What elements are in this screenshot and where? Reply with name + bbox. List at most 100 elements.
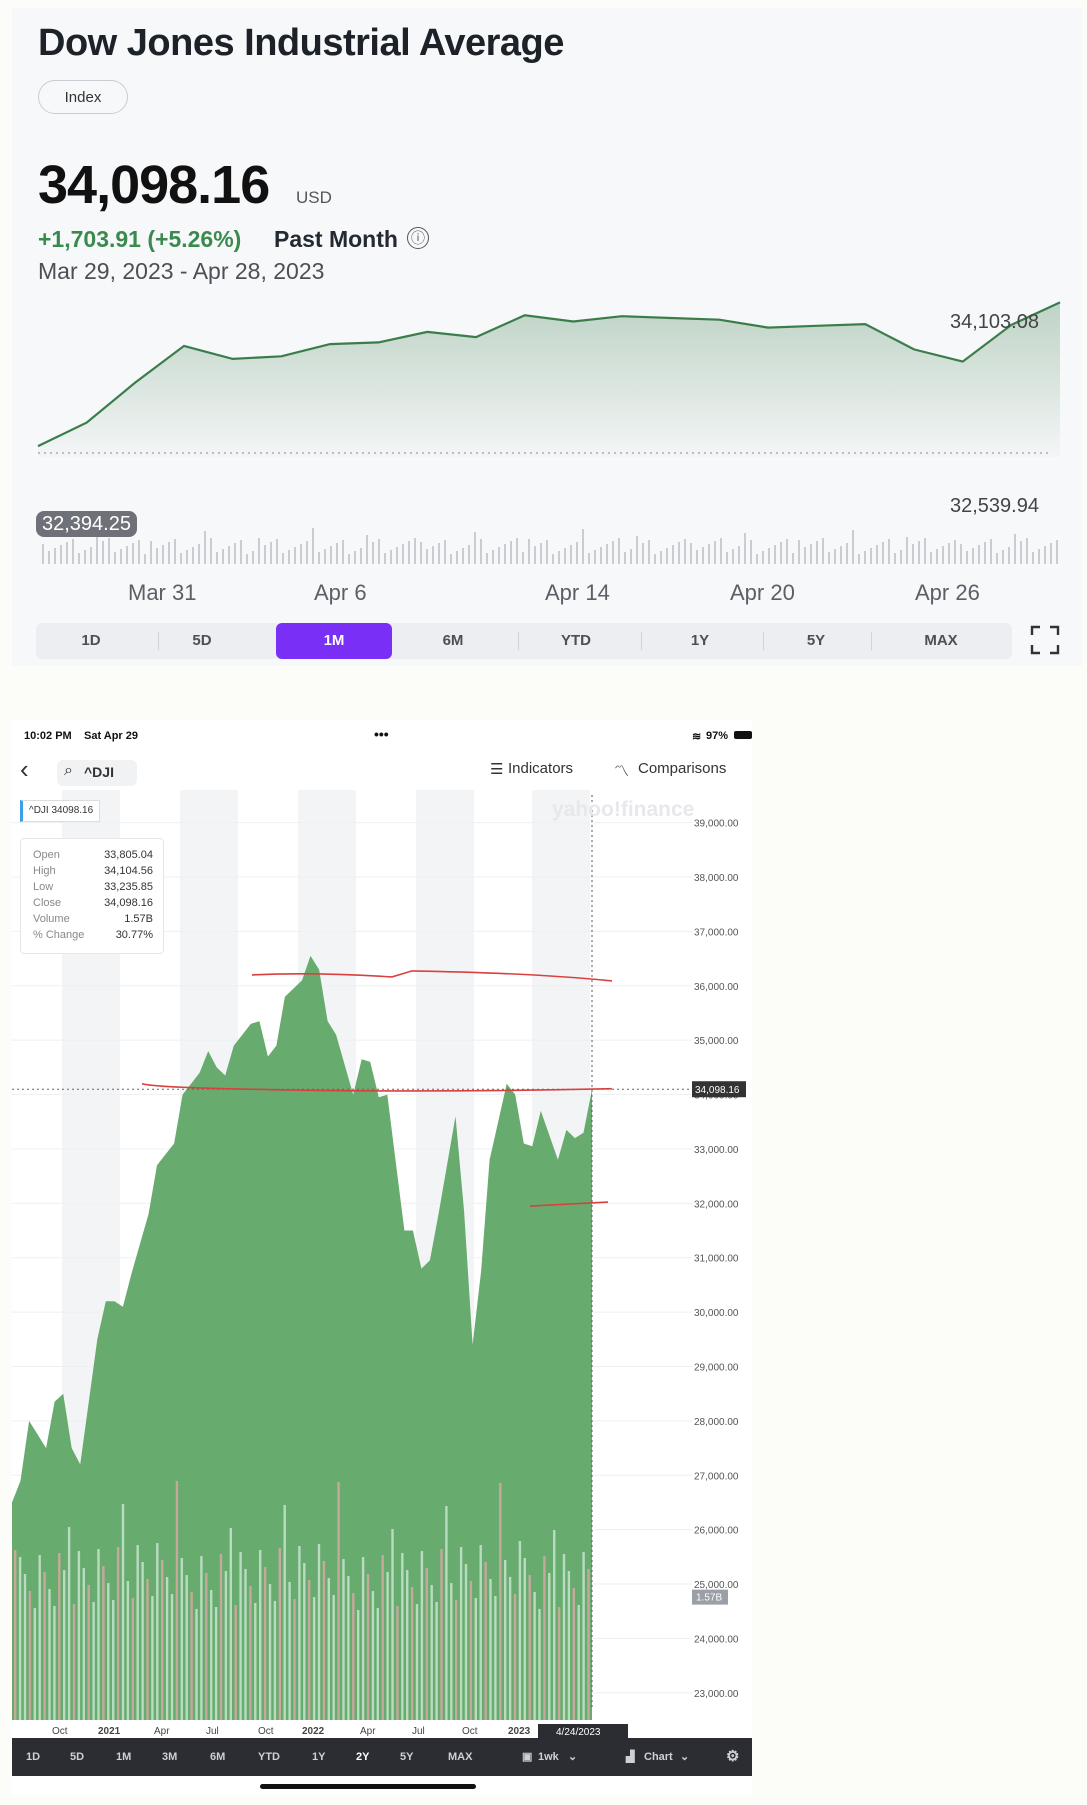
gear-icon[interactable]: ⚙ [726,1738,739,1776]
x-tick-label: 2021 [98,1726,121,1737]
volume-bar [1044,546,1046,564]
chevron-down-icon: ⌄ [680,1751,690,1763]
volume-bar [708,544,710,564]
range-ytd-button[interactable]: YTD [514,623,638,659]
volume-bar [42,544,44,564]
volume-bar [828,552,830,564]
chart-type-icon[interactable]: ▟ [626,1738,634,1776]
range-6m-button[interactable]: 6M [210,1738,225,1776]
volume-bar [23,1574,27,1720]
volume-bar [138,540,140,564]
volume-bar [720,538,722,564]
volume-bar [954,540,956,564]
range-1m-button[interactable]: 1M [116,1738,131,1776]
volume-bar [438,543,440,564]
volume-bar [116,1547,120,1720]
volume-bar [538,1609,541,1720]
fullscreen-icon[interactable] [1030,625,1060,655]
range-1y-button[interactable]: 1Y [312,1738,325,1776]
volume-bar [300,544,302,564]
range-6m-button[interactable]: 6M [392,623,514,659]
x-tick-label: Mar 31 [128,580,197,605]
quote-card: Dow Jones Industrial Average Index 34,09… [12,8,1082,666]
calendar-icon[interactable]: ▣ [522,1738,532,1776]
chart-type-select[interactable]: Chart [644,1738,673,1776]
volume-bar [33,1608,36,1720]
range-5d-button[interactable]: 5D [70,1738,84,1776]
volume-bar [523,1558,526,1720]
x-tick-label: Apr 20 [730,580,795,605]
volume-bar [510,541,512,564]
volume-bar [270,542,272,564]
range-3m-button[interactable]: 3M [162,1738,177,1776]
volume-bar [494,1596,497,1720]
y-tick-label: 38,000.00 [694,873,739,884]
volume-bar [132,543,134,564]
volume-bar [440,1549,443,1720]
volume-bar [557,1607,561,1720]
volume-bar [936,549,938,564]
range-max-button[interactable]: MAX [870,623,1012,659]
volume-bar [38,1555,41,1720]
volume-bar [332,1595,335,1720]
range-max-button[interactable]: MAX [448,1738,472,1776]
volume-bar [522,552,524,564]
volume-bar [72,539,74,564]
range-1d-button[interactable]: 1D [26,1738,40,1776]
volume-bar [1032,552,1034,564]
volume-bar [347,1576,350,1720]
range-5y-button[interactable]: 5Y [762,623,870,659]
range-1d-button[interactable]: 1D [36,623,146,659]
volume-bar [492,550,494,564]
volume-bar [822,538,824,564]
range-2y-button[interactable]: 2Y [356,1738,369,1776]
volume-bar [78,553,80,564]
volume-bar [306,541,308,564]
volume-bar [401,1553,404,1720]
volume-bar [582,529,584,564]
volume-bar [357,1610,360,1720]
high-label: 34,103.08 [950,311,1039,333]
volume-bar [312,1597,316,1720]
range-1y-button[interactable]: 1Y [638,623,762,659]
x-tick-label: Apr [360,1726,376,1737]
volume-bar [90,547,92,564]
volume-bar [384,553,386,564]
volume-bar [150,541,152,564]
volume-bar [107,1583,110,1720]
volume-bar [180,1558,183,1720]
volume-bar [518,1541,522,1720]
volume-bar [229,1528,232,1720]
range-ytd-button[interactable]: YTD [258,1738,280,1776]
volume-bar [516,538,518,564]
range-5y-button[interactable]: 5Y [400,1738,413,1776]
range-1m-button[interactable]: 1M [276,623,392,659]
volume-bar [108,538,110,564]
volume-bar [376,1608,379,1720]
volume-bar [666,548,668,564]
volume-bar [864,551,866,564]
x-tick-label: Oct [258,1726,274,1737]
chevron-down-icon: ⌄ [568,1751,578,1763]
range-5d-button[interactable]: 5D [146,623,258,659]
volume-bar [361,1557,365,1720]
volume-bar [918,541,920,564]
volume-bar [354,551,356,564]
volume-bar [156,1543,159,1720]
volume-bar [588,553,590,564]
last-price-label: 34,098.16 [695,1085,740,1096]
volume-bar [48,1589,51,1720]
volume-bar [324,549,326,564]
volume-bar [1050,543,1052,564]
volume-bar [654,554,656,564]
y-tick-label: 32,000.00 [694,1199,739,1210]
volume-bar [450,554,452,564]
volume-bar [244,1569,247,1720]
volume-bar [459,1547,463,1720]
volume-bar [540,543,542,564]
volume-bar [456,551,458,564]
interval-select[interactable]: 1wk [538,1738,559,1776]
price-area [38,302,1060,457]
volume-bar [738,546,740,564]
volume-bar [714,541,716,564]
